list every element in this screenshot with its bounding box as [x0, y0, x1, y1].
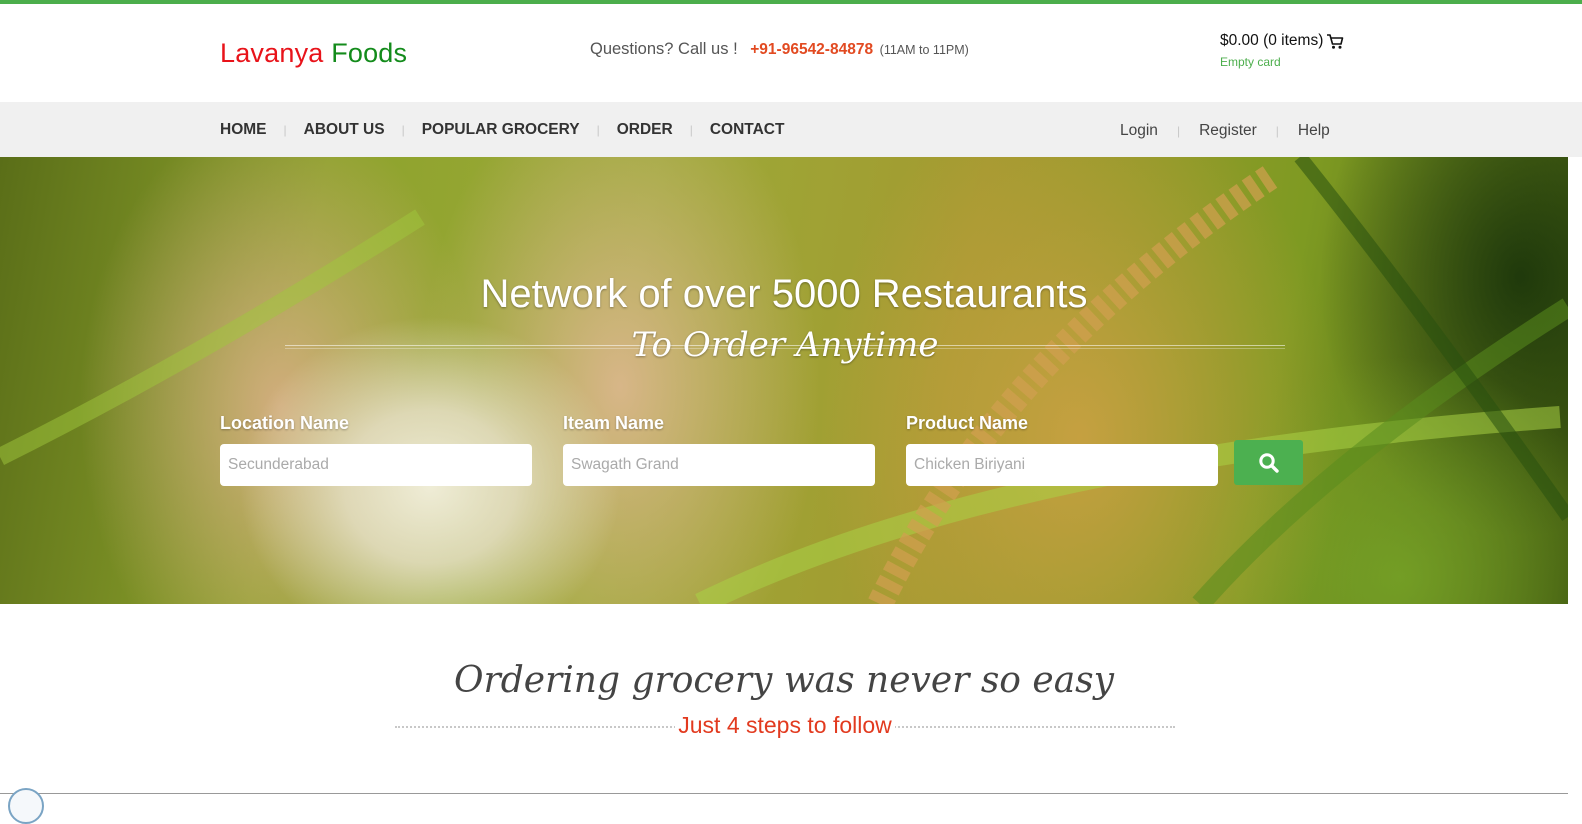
contact-prompt: Questions? Call us ! — [590, 40, 738, 58]
cart-status: Empty card — [1220, 55, 1281, 69]
location-label: Location Name — [220, 413, 350, 433]
register-link[interactable]: Register — [1199, 122, 1257, 140]
steps-subtitle-wrap: Just 4 steps to follow — [395, 712, 1175, 742]
nav-separator: | — [1176, 124, 1181, 138]
product-label: Product Name — [906, 413, 1029, 433]
contact-info: Questions? Call us ! +91-96542-84878 (11… — [590, 40, 969, 59]
login-link[interactable]: Login — [1120, 122, 1158, 140]
chat-widget-circle[interactable] — [8, 788, 44, 824]
header: Lavanya Foods Questions? Call us ! +91-9… — [0, 4, 1582, 102]
nav-separator: | — [596, 123, 600, 137]
item-label: Iteam Name — [563, 413, 665, 433]
account-links: Login | Register | Help — [1120, 122, 1330, 140]
hero-background-image — [0, 157, 1568, 604]
hero-subtitle: To Order Anytime — [631, 325, 939, 365]
contact-hours: (11AM to 11PM) — [879, 43, 969, 57]
cart-summary: $0.00 (0 items) — [1220, 32, 1324, 49]
nav-separator: | — [1275, 124, 1279, 138]
nav-separator: | — [689, 123, 693, 137]
search-icon — [1258, 452, 1279, 473]
section-bottom-border — [0, 793, 1568, 794]
product-input[interactable] — [906, 444, 1218, 486]
nav-menu: HOME | ABOUT US | POPULAR GROCERY | ORDE… — [220, 121, 784, 139]
nav-item-about-us[interactable]: ABOUT US — [304, 121, 385, 139]
main-nav: HOME | ABOUT US | POPULAR GROCERY | ORDE… — [0, 102, 1582, 157]
brand-name-part2: Foods — [331, 38, 408, 68]
location-field-group: Location Name — [220, 413, 532, 486]
help-link[interactable]: Help — [1298, 122, 1330, 140]
steps-subtitle: Just 4 steps to follow — [675, 712, 895, 738]
steps-subtitle-row: Just 4 steps to follow — [395, 712, 1175, 739]
item-field-group: Iteam Name — [563, 413, 875, 486]
hero-banner: Network of over 5000 Restaurants To Orde… — [0, 157, 1568, 604]
cart-summary-line[interactable]: $0.00 (0 items) — [1220, 32, 1344, 50]
location-input[interactable] — [220, 444, 532, 486]
brand-name-part1: Lavanya — [220, 38, 324, 68]
nav-item-order[interactable]: ORDER — [617, 121, 673, 139]
cart-widget[interactable]: $0.00 (0 items) Empty card — [1220, 32, 1344, 69]
nav-item-contact[interactable]: CONTACT — [710, 121, 785, 139]
brand-logo[interactable]: Lavanya Foods — [220, 38, 407, 69]
nav-item-popular-grocery[interactable]: POPULAR GROCERY — [422, 121, 580, 139]
nav-item-home[interactable]: HOME — [220, 121, 267, 139]
nav-separator: | — [401, 123, 405, 137]
hero-title: Network of over 5000 Restaurants — [480, 272, 1088, 316]
hero-subtitle-wrap: To Order Anytime — [285, 325, 1285, 365]
product-field-group: Product Name — [906, 413, 1218, 486]
search-button[interactable] — [1234, 440, 1303, 485]
contact-phone[interactable]: +91-96542-84878 — [750, 41, 873, 58]
item-input[interactable] — [563, 444, 875, 486]
nav-separator: | — [283, 123, 287, 137]
cart-icon[interactable] — [1326, 33, 1344, 50]
steps-title: Ordering grocery was never so easy — [453, 660, 1114, 701]
